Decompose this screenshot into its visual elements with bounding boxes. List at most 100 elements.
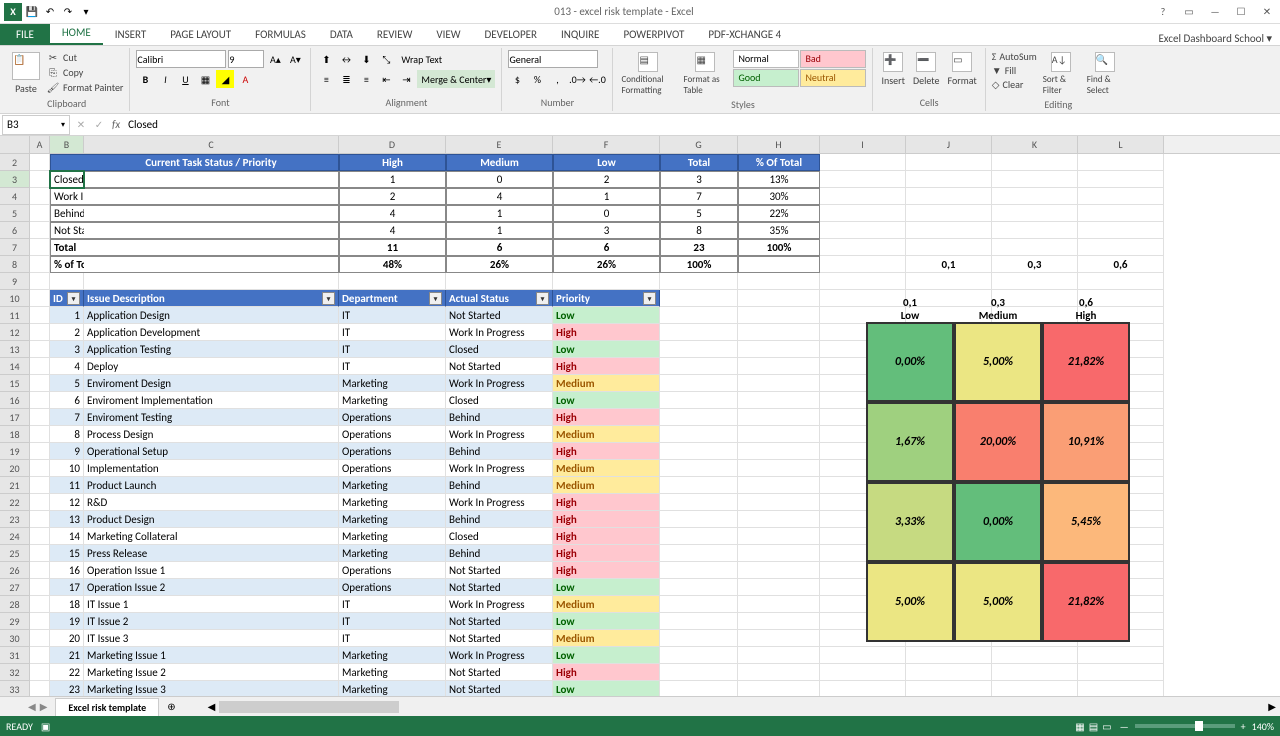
cell[interactable] [660,307,738,324]
col-header-e[interactable]: E [446,136,553,154]
ribbon-tab-home[interactable]: HOME [50,22,103,45]
conditional-formatting-button[interactable]: ▤Conditional Formatting [619,50,677,98]
autosum-button[interactable]: Σ AutoSum [992,50,1037,63]
cell[interactable]: 22% [738,205,820,222]
cell[interactable] [1078,273,1164,290]
row-header[interactable]: 28 [0,596,30,613]
cell[interactable]: 2 [553,171,660,188]
issue-status[interactable]: Closed [446,528,553,545]
cell[interactable] [30,460,50,477]
cell[interactable] [992,171,1078,188]
issue-dept[interactable]: Operations [339,579,446,596]
row-header[interactable]: 17 [0,409,30,426]
cut-button[interactable]: ✂Cut [46,50,123,64]
cell[interactable] [738,273,820,290]
issue-id[interactable]: 21 [50,647,84,664]
cell[interactable] [30,307,50,324]
issue-status[interactable]: Not Started [446,307,553,324]
issue-id[interactable]: 3 [50,341,84,358]
cell[interactable]: 23 [660,239,738,256]
issue-priority[interactable]: High [553,664,660,681]
name-box[interactable]: B3▾ [2,115,70,135]
row-header[interactable]: 24 [0,528,30,545]
cell[interactable]: 4 [446,188,553,205]
cell[interactable] [660,511,738,528]
cell[interactable]: 0 [553,205,660,222]
matrix-cell[interactable]: 0,00% [954,482,1042,562]
format-painter-button[interactable]: 🖌Format Painter [46,80,123,94]
summary-header[interactable] [50,154,84,171]
cell[interactable] [30,392,50,409]
view-normal-icon[interactable]: ▦ [1075,720,1084,733]
merge-center-button[interactable]: Merge & Center ▾ [417,70,495,88]
insert-cells-button[interactable]: ➕Insert [879,50,907,89]
cell[interactable] [906,188,992,205]
save-icon[interactable]: 💾 [24,4,40,20]
summary-row-label[interactable]: Closed [50,171,84,188]
issue-dept[interactable]: IT [339,341,446,358]
cell[interactable] [1078,664,1164,681]
cell[interactable]: 0,1 [906,256,992,273]
issue-priority[interactable]: Medium [553,630,660,647]
cell[interactable] [820,664,906,681]
cell[interactable] [738,426,820,443]
cell[interactable] [84,188,339,205]
matrix-cell[interactable]: 5,00% [866,562,954,642]
issue-priority[interactable]: Low [553,613,660,630]
cell[interactable] [30,664,50,681]
cell[interactable] [30,647,50,664]
filter-icon[interactable]: ▾ [536,292,549,305]
cell[interactable]: 4 [339,222,446,239]
cell[interactable] [660,494,738,511]
issue-desc[interactable]: Operational Setup [84,443,339,460]
cell[interactable]: 5 [660,205,738,222]
issue-status[interactable]: Closed [446,341,553,358]
issue-id[interactable]: 7 [50,409,84,426]
cell[interactable] [30,239,50,256]
col-header-l[interactable]: L [1078,136,1164,154]
cell[interactable] [820,647,906,664]
cell[interactable] [992,205,1078,222]
cell[interactable] [339,273,446,290]
fill-button[interactable]: ▼ Fill [992,64,1037,77]
matrix-cell[interactable]: 21,82% [1042,562,1130,642]
align-left-icon[interactable]: ≡ [317,70,335,88]
cell[interactable] [30,562,50,579]
cell[interactable] [30,409,50,426]
maximize-icon[interactable]: ☐ [1228,2,1254,22]
issue-priority[interactable]: High [553,324,660,341]
issue-status[interactable]: Work In Progress [446,596,553,613]
issue-status[interactable]: Behind [446,511,553,528]
cell[interactable] [738,443,820,460]
cell[interactable] [30,171,50,188]
issue-header-status[interactable]: Actual Status▾ [446,290,553,307]
row-header[interactable]: 33 [0,681,30,696]
ribbon-tab-inquire[interactable]: INQUIRE [549,24,611,45]
decrease-font-icon[interactable]: A▾ [286,50,304,68]
cell[interactable] [84,171,339,188]
zoom-in-icon[interactable]: + [1241,720,1246,733]
ribbon-tab-page-layout[interactable]: PAGE LAYOUT [158,24,243,45]
align-right-icon[interactable]: ≡ [357,70,375,88]
cell[interactable] [30,545,50,562]
cell[interactable] [992,647,1078,664]
issue-dept[interactable]: Operations [339,409,446,426]
issue-id[interactable]: 13 [50,511,84,528]
sort-filter-button[interactable]: A↓Sort & Filter [1041,50,1081,98]
issue-dept[interactable]: IT [339,324,446,341]
orientation-icon[interactable]: ⤡ [377,50,395,68]
cell[interactable]: 0,6 [1078,256,1164,273]
cell[interactable] [906,681,992,696]
accept-formula-icon[interactable]: ✓ [90,116,108,134]
cell[interactable]: Medium [446,154,553,171]
select-all-corner[interactable] [0,136,30,154]
matrix-cell[interactable]: 10,91% [1042,402,1130,482]
issue-id[interactable]: 8 [50,426,84,443]
matrix-cell[interactable]: 1,67% [866,402,954,482]
cell[interactable] [660,375,738,392]
align-top-icon[interactable]: ⬆ [317,50,335,68]
cell[interactable] [820,154,906,171]
decrease-decimal-icon[interactable]: ←.0 [588,70,606,88]
cell[interactable]: 0,3 [992,256,1078,273]
issue-desc[interactable]: Marketing Issue 3 [84,681,339,696]
